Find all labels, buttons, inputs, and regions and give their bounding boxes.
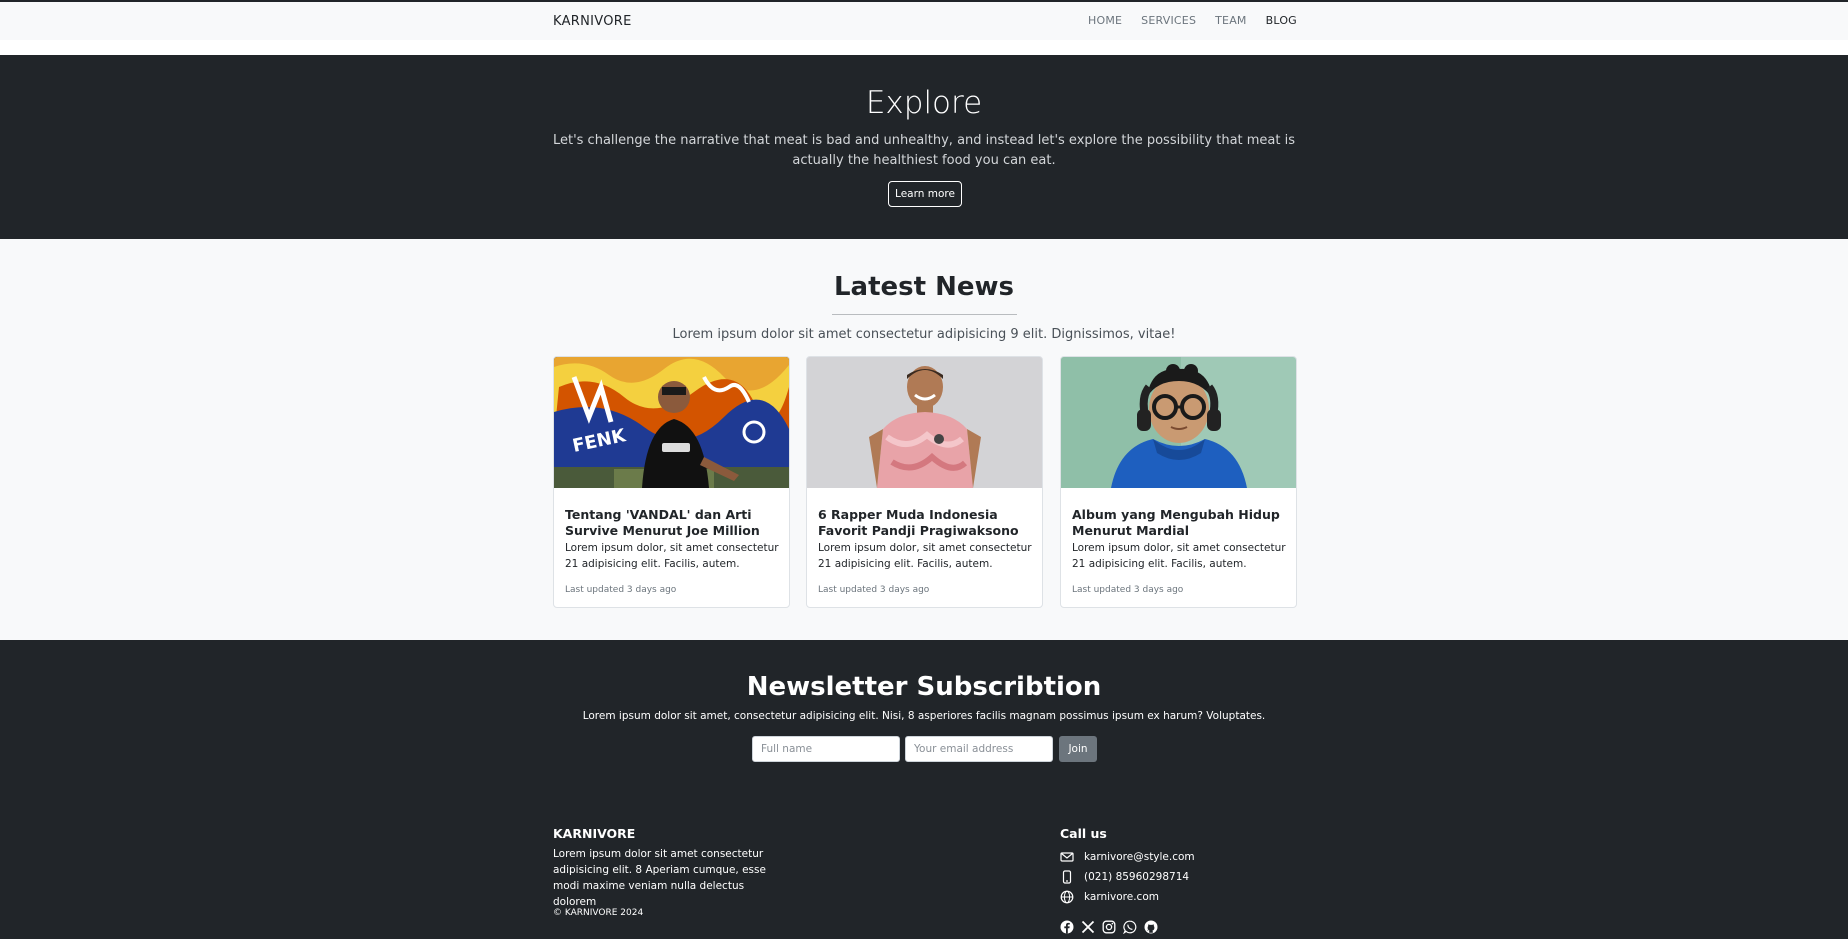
news-card-image [1061,357,1296,488]
x-icon[interactable] [1081,920,1095,934]
whatsapp-icon[interactable] [1123,920,1137,934]
contact-email[interactable]: karnivore@style.com [1060,850,1195,864]
envelope-icon [1060,850,1074,864]
contact-phone[interactable]: (021) 85960298714 [1060,870,1189,884]
news-card-title[interactable]: Tentang 'VANDAL' dan Arti Survive Menuru… [565,507,781,539]
footer: Newsletter Subscribtion Lorem ipsum dolo… [0,640,1848,939]
newsletter-text: Lorem ipsum dolor sit amet, consectetur … [582,710,1266,722]
news-card[interactable]: FENK Tentang 'VANDAL' dan Arti Survive M… [553,356,790,608]
news-card-title[interactable]: 6 Rapper Muda Indonesia Favorit Pandji P… [818,507,1034,539]
news-card-meta: Last updated 3 days ago [1072,585,1184,595]
full-name-input[interactable] [752,736,900,762]
nav-services[interactable]: SERVICES [1141,14,1196,27]
news-lead: Lorem ipsum dolor sit amet consectetur a… [672,327,1176,342]
social-links [1060,920,1158,934]
join-button[interactable]: Join [1059,736,1097,762]
hero-title: Explore [865,85,983,121]
footer-about: Lorem ipsum dolor sit amet consectetur a… [553,848,766,908]
hero-text: Let's challenge the narrative that meat … [552,133,1296,168]
footer-copyright: © KARNIVORE 2024 [553,908,644,918]
news-card-image: FENK [554,357,789,488]
title-divider [832,314,1017,315]
news-card-text: Lorem ipsum dolor, sit amet consectetur … [565,542,779,570]
phone-icon [1060,870,1074,884]
call-us-title: Call us [1060,826,1107,841]
navbar-brand[interactable]: KARNIVORE [553,14,632,29]
newsletter-title: Newsletter Subscribtion [746,672,1102,702]
nav-home[interactable]: HOME [1088,14,1122,27]
news-card-meta: Last updated 3 days ago [565,585,677,595]
facebook-icon[interactable] [1060,920,1074,934]
nav-team[interactable]: TEAM [1215,14,1247,27]
nav-blog[interactable]: BLOG [1266,14,1297,27]
contact-website-text: karnivore.com [1084,891,1159,903]
news-card-title[interactable]: Album yang Mengubah Hidup Menurut Mardia… [1072,507,1288,539]
news-card[interactable]: Album yang Mengubah Hidup Menurut Mardia… [1060,356,1297,608]
latest-news-section: Latest News Lorem ipsum dolor sit amet c… [0,239,1848,640]
navbar: KARNIVORE HOME SERVICES TEAM BLOG [0,2,1848,40]
footer-brand: KARNIVORE [553,826,636,841]
email-input[interactable] [905,736,1053,762]
contact-email-text: karnivore@style.com [1084,851,1195,863]
news-card-image [807,357,1042,488]
news-card[interactable]: 6 Rapper Muda Indonesia Favorit Pandji P… [806,356,1043,608]
github-icon[interactable] [1144,920,1158,934]
learn-more-button[interactable]: Learn more [888,181,962,207]
news-card-meta: Last updated 3 days ago [818,585,930,595]
contact-phone-text: (021) 85960298714 [1084,871,1190,883]
contact-website[interactable]: karnivore.com [1060,890,1159,904]
hero-section: Explore Let's challenge the narrative th… [0,55,1848,239]
news-title: Latest News [833,272,1015,302]
nav-links: HOME SERVICES TEAM BLOG [1088,14,1316,27]
news-card-text: Lorem ipsum dolor, sit amet consectetur … [818,542,1032,570]
globe-icon [1060,890,1074,904]
instagram-icon[interactable] [1102,920,1116,934]
news-card-text: Lorem ipsum dolor, sit amet consectetur … [1072,542,1286,570]
